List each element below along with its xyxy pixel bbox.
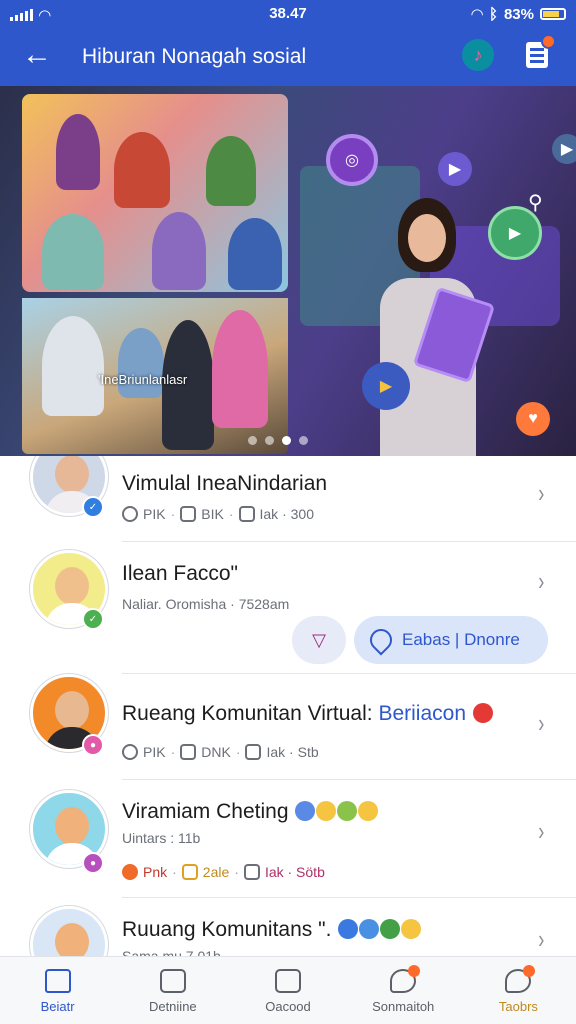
tab-camera[interactable]: Detniine xyxy=(115,957,230,1024)
cartoon-person xyxy=(206,136,256,206)
chevron-right-icon[interactable]: › xyxy=(539,816,545,847)
emoji-icon xyxy=(359,919,380,939)
tab-home[interactable]: Beiatr xyxy=(0,957,115,1024)
music-note-icon[interactable]: ♪ xyxy=(462,39,494,71)
play-bubble-icon: ▶ xyxy=(552,134,576,164)
emoji-icon xyxy=(401,919,422,939)
tab-media[interactable]: Oacood xyxy=(230,957,345,1024)
hero-banner[interactable]: ◎ ▶ ▶ ▶ ♥ ▶ ⚲ 'IneBriunlanlasr xyxy=(0,86,576,456)
tab-inbox[interactable]: Taobrs xyxy=(461,957,576,1024)
fire-icon xyxy=(122,864,138,880)
community-list: ✓ Vimulal IneaNindarian PIK · BIK · Iak · … xyxy=(0,456,576,956)
community-collage-image xyxy=(22,94,288,454)
chat-icon xyxy=(390,965,421,993)
reaction-bubble-icon: ♥ xyxy=(516,402,550,436)
collage-caption: 'IneBriunlanlasr xyxy=(98,372,188,387)
status-badge-icon: ● xyxy=(82,734,104,756)
play-bubble-icon: ▶ xyxy=(438,152,472,186)
avatar xyxy=(30,906,108,956)
community-name: Vimulal IneaNindarian xyxy=(122,472,328,495)
community-name: Ruuang Komunitans ". xyxy=(122,918,422,942)
chevron-right-icon[interactable]: › xyxy=(539,566,545,597)
back-arrow-icon[interactable]: ← xyxy=(22,40,52,70)
notification-badge xyxy=(408,965,421,977)
emoji-icon xyxy=(337,801,358,821)
join-button[interactable]: Eabas | Dnonre xyxy=(354,616,548,664)
community-stats: Pnk · 2ale · Iak · Sötb xyxy=(122,864,325,880)
thumbs-up-icon xyxy=(180,744,197,760)
notification-badge xyxy=(541,34,556,49)
list-item[interactable]: ✓ Vimulal IneaNindarian PIK · BIK · Iak · … xyxy=(0,456,576,542)
chevron-right-icon[interactable]: › xyxy=(539,924,545,955)
photo-person xyxy=(118,328,164,398)
battery-percent: 83% xyxy=(503,5,534,23)
chevron-down-icon: ▽ xyxy=(312,629,326,650)
thumbs-up-icon xyxy=(180,506,197,522)
tab-chat[interactable]: Sonmaitoh xyxy=(346,957,461,1024)
verified-badge-icon: ✓ xyxy=(82,496,104,518)
cartoon-person xyxy=(42,214,104,290)
carousel-dot[interactable] xyxy=(248,436,257,445)
cartoon-person xyxy=(152,212,206,290)
carousel-dot[interactable] xyxy=(299,436,308,445)
carousel-dot[interactable] xyxy=(265,436,274,445)
instagram-bubble-icon: ◎ xyxy=(326,134,378,186)
pin-icon xyxy=(365,624,397,656)
notes-icon[interactable] xyxy=(526,34,556,68)
bluetooth-icon: ᛒ xyxy=(488,5,498,23)
list-item[interactable]: ● Rueang Komunitan Virtual: Beriiacon PI… xyxy=(0,674,576,780)
comment-icon xyxy=(238,506,255,522)
status-right: ◠ ᛒ 83% xyxy=(471,5,566,23)
chevron-right-icon[interactable]: › xyxy=(539,708,545,739)
page-title: Hiburan Nonagah sosial xyxy=(82,45,307,68)
play-bubble-icon: ▶ xyxy=(362,362,410,410)
cartoon-person xyxy=(56,114,100,190)
battery-icon xyxy=(540,8,566,20)
community-name: Rueang Komunitan Virtual: Beriiacon xyxy=(122,702,493,726)
like-icon xyxy=(181,864,198,880)
comment-icon xyxy=(243,864,260,880)
inbox-icon xyxy=(505,965,536,993)
media-icon xyxy=(275,969,301,993)
community-subtitle: Uintars : 11b xyxy=(122,830,201,846)
photo-person xyxy=(212,310,268,428)
comment-icon xyxy=(245,744,262,760)
heart-emoji-icon xyxy=(472,703,493,723)
list-item[interactable]: Ruuang Komunitans ". Sama mu 7 01b › xyxy=(0,898,576,956)
emoji-icon xyxy=(380,919,401,939)
heart-icon xyxy=(122,744,138,760)
join-button-label: Eabas | Dnonre xyxy=(402,630,520,649)
wifi-icon: ◠ xyxy=(471,6,483,23)
status-badge-icon: ● xyxy=(82,852,104,874)
emoji-icon xyxy=(316,801,337,821)
carousel-dot-active[interactable] xyxy=(282,436,291,445)
status-bar: ◠ 38.47 ◠ ᛒ 83% xyxy=(0,0,576,28)
emoji-icon xyxy=(295,801,316,821)
heart-icon xyxy=(122,506,138,522)
cartoon-person xyxy=(114,132,170,208)
carousel-dots[interactable] xyxy=(248,436,308,445)
status-badge-icon: ✓ xyxy=(82,608,104,630)
app-bar: ← Hiburan Nonagah sosial ♪ xyxy=(0,28,576,86)
community-subtitle: Sama mu 7 01b xyxy=(122,948,221,956)
emoji-icon xyxy=(358,801,379,821)
emoji-icon xyxy=(338,919,359,939)
community-name: Ilean Facco" xyxy=(122,562,239,585)
collage-panel-cartoon xyxy=(22,94,288,292)
chevron-right-icon[interactable]: › xyxy=(539,478,545,509)
community-stats: PIK · BIK · Iak · 300 xyxy=(122,506,314,522)
home-icon xyxy=(44,969,71,993)
list-item[interactable]: ● Viramiam Cheting Uintars : 11b Pnk · 2a… xyxy=(0,780,576,898)
photo-person xyxy=(42,316,104,416)
dropdown-button[interactable]: ▽ xyxy=(292,616,346,664)
search-icon[interactable]: ⚲ xyxy=(528,190,543,215)
community-subtitle: Naliar. Oromisha · 7528am xyxy=(122,596,290,612)
community-name: Viramiam Cheting xyxy=(122,800,379,824)
notification-badge xyxy=(523,965,536,977)
community-stats: PIK · DNK · Iak · Stb xyxy=(122,744,319,760)
bottom-tab-bar: Beiatr Detniine Oacood Sonmaitoh Taobrs xyxy=(0,956,576,1024)
list-item[interactable]: ✓ Ilean Facco" Naliar. Oromisha · 7528am… xyxy=(0,542,576,674)
camera-icon xyxy=(159,969,186,993)
cartoon-person xyxy=(228,218,282,290)
